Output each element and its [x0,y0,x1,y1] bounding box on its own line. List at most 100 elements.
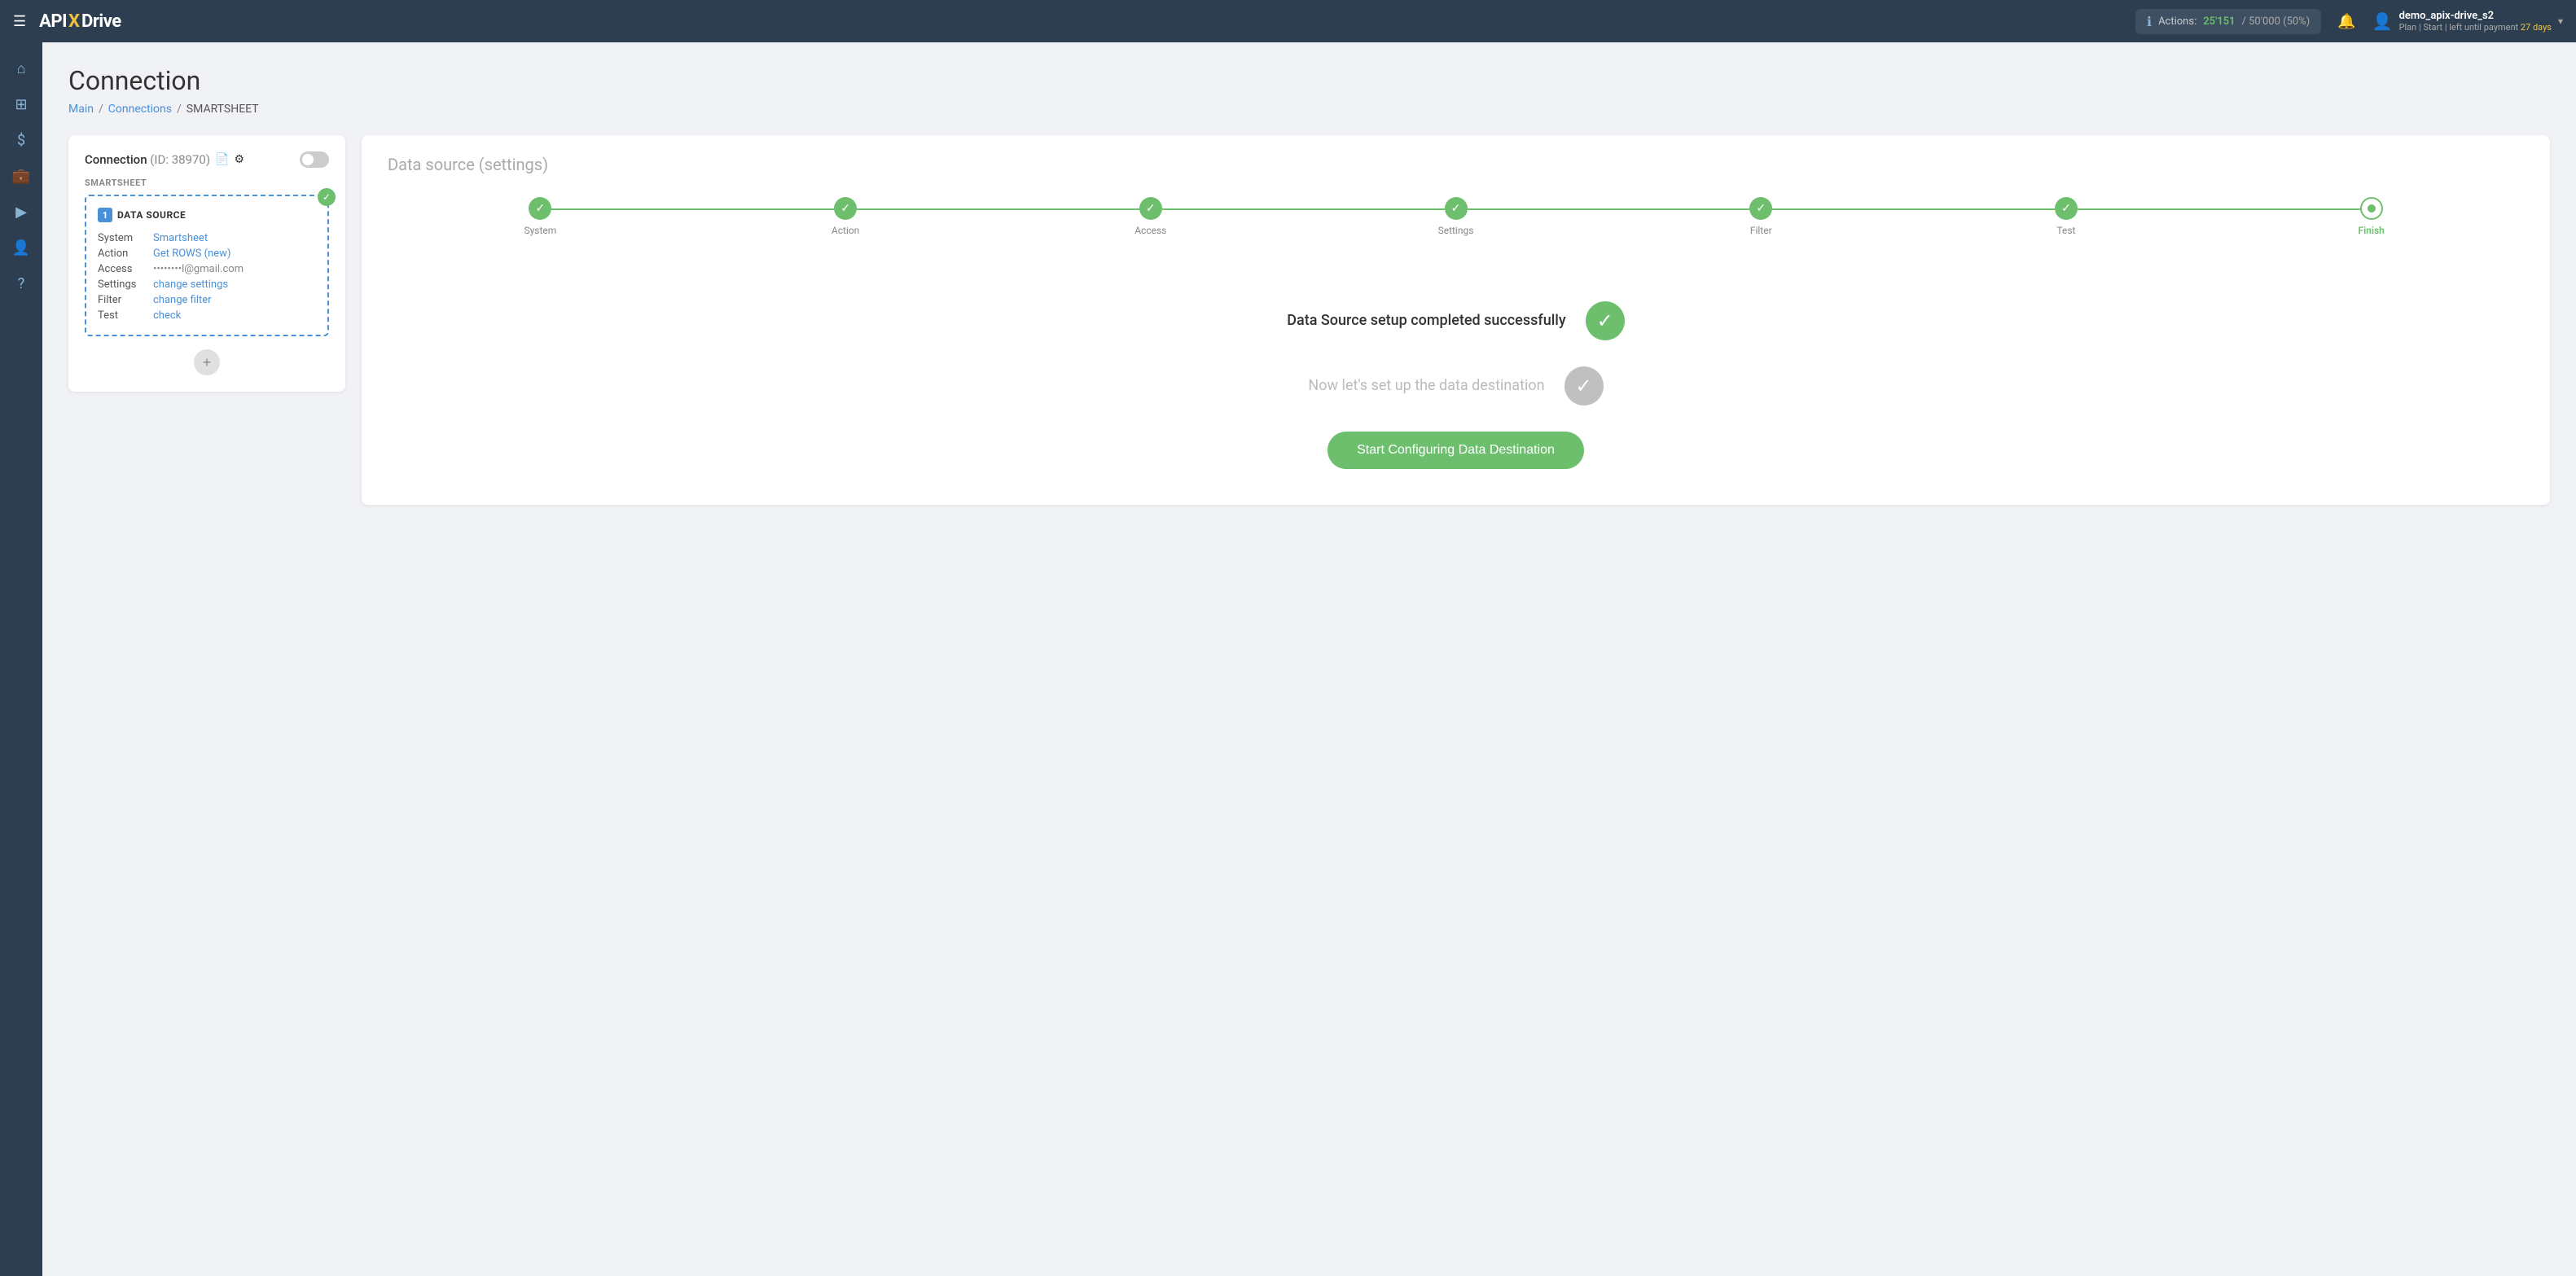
sidebar-item-run[interactable]: ▶ [5,195,37,228]
next-check-icon: ✓ [1564,366,1604,406]
step-action: ✓ Action [693,197,998,236]
actions-counter[interactable]: ℹ Actions: 25'151 / 50'000 (50%) [2135,9,2321,34]
ds-label-test: Test [98,308,153,323]
cards-row: Connection (ID: 38970) 📄 ⚙ SMARTSHEET ✓ … [68,135,2550,505]
sidebar-item-billing[interactable]: $ [5,124,37,156]
page-title: Connection [68,65,2550,96]
breadcrumb-main[interactable]: Main [68,103,94,116]
connection-title: Connection (ID: 38970) 📄 ⚙ [85,152,244,167]
user-menu[interactable]: 👤 demo_apix-drive_s2 Plan | Start | left… [2372,10,2563,33]
step-circle-filter: ✓ [1749,197,1772,220]
data-source-header-label: DATA SOURCE [117,209,186,221]
actions-used: 25'151 [2203,15,2235,28]
bell-icon[interactable]: 🔔 [2337,13,2355,30]
user-days: 27 days [2521,22,2552,33]
info-icon: ℹ [2147,14,2152,29]
step-label-settings: Settings [1438,225,1474,236]
user-plan: Plan | Start | left until payment 27 day… [2399,22,2552,33]
step-filter: ✓ Filter [1608,197,1914,236]
ds-label-filter: Filter [98,292,153,308]
ds-row-settings: Settings change settings [98,277,316,292]
success-row-1: Data Source setup completed successfully… [1287,301,1624,340]
success-row-2: Now let's set up the data destination ✓ [1308,366,1603,406]
chevron-down-icon: ▾ [2558,15,2563,27]
sidebar-item-account[interactable]: 👤 [5,231,37,264]
doc-icon[interactable]: 📄 [215,153,229,166]
step-circle-settings: ✓ [1445,197,1468,220]
step-label-test: Test [2056,225,2075,236]
sidebar-item-dashboard[interactable]: ⊞ [5,88,37,121]
success-area: Data Source setup completed successfully… [388,285,2524,485]
actions-total: / 50'000 (50%) [2242,15,2311,28]
data-source-table: System Smartsheet Action Get ROWS (new) … [98,230,316,323]
logo: APIXDrive [39,11,121,32]
sidebar: ⌂ ⊞ $ 💼 ▶ 👤 ? [0,42,42,1276]
step-label-access: Access [1134,225,1166,236]
ds-label-action: Action [98,246,153,261]
sidebar-item-help[interactable]: ? [5,267,37,300]
step-label-filter: Filter [1750,225,1772,236]
success-check-icon: ✓ [1586,301,1625,340]
right-card: Data source (settings) ✓ System ✓ Action… [362,135,2550,505]
logo-text-drive: Drive [81,11,121,32]
ds-value-system[interactable]: Smartsheet [153,230,316,246]
step-access: ✓ Access [998,197,1303,236]
step-circle-finish [2360,197,2383,220]
step-circle-test: ✓ [2055,197,2078,220]
data-source-num: 1 [98,208,112,222]
sidebar-item-integrations[interactable]: 💼 [5,160,37,192]
menu-icon[interactable]: ☰ [13,13,26,30]
steps-bar: ✓ System ✓ Action ✓ Access ✓ Settings [388,197,2524,236]
ds-value-access[interactable]: ••••••••l@gmail.com [153,261,316,277]
ds-row-action: Action Get ROWS (new) [98,246,316,261]
breadcrumb-connections[interactable]: Connections [108,103,172,116]
smartsheet-label: SMARTSHEET [85,178,329,188]
breadcrumb-sep-2: / [177,103,182,116]
add-block-button[interactable]: + [194,349,220,375]
next-title: Now let's set up the data destination [1308,375,1544,396]
data-source-block: ✓ 1 DATA SOURCE System Smartsheet Action… [85,195,329,336]
ds-value-action[interactable]: Get ROWS (new) [153,246,316,261]
right-card-title: Data source (settings) [388,155,2524,174]
step-label-finish: Finish [2358,225,2384,236]
step-test: ✓ Test [1914,197,2219,236]
logo-text-api: API [39,11,67,32]
left-card-header: Connection (ID: 38970) 📄 ⚙ [85,151,329,168]
breadcrumb-sep-1: / [99,103,103,116]
step-circle-system: ✓ [529,197,551,220]
ds-value-filter[interactable]: change filter [153,292,316,308]
connection-title-text: Connection (ID: 38970) [85,152,210,167]
main-layout: ⌂ ⊞ $ 💼 ▶ 👤 ? Connection Main / Connecti… [0,42,2576,1276]
right-card-title-main: Data source [388,155,475,174]
step-system: ✓ System [388,197,693,236]
step-circle-access: ✓ [1139,197,1162,220]
ds-label-settings: Settings [98,277,153,292]
user-avatar-icon: 👤 [2372,11,2393,31]
sidebar-item-home[interactable]: ⌂ [5,52,37,85]
content: Connection Main / Connections / SMARTSHE… [42,42,2576,1276]
step-circle-action: ✓ [834,197,857,220]
data-source-header: 1 DATA SOURCE [98,208,316,222]
actions-label: Actions: [2158,15,2196,28]
step-label-action: Action [832,225,859,236]
logo-x: X [68,11,80,32]
user-name: demo_apix-drive_s2 [2399,10,2552,22]
ds-value-test[interactable]: check [153,308,316,323]
step-label-system: System [524,225,556,236]
user-info: demo_apix-drive_s2 Plan | Start | left u… [2399,10,2552,33]
breadcrumb: Main / Connections / SMARTSHEET [68,103,2550,116]
right-card-title-sub: (settings) [479,155,548,174]
ds-row-test: Test check [98,308,316,323]
start-configuring-button[interactable]: Start Configuring Data Destination [1327,432,1584,469]
ds-label-system: System [98,230,153,246]
ds-label-access: Access [98,261,153,277]
ds-value-settings[interactable]: change settings [153,277,316,292]
left-card: Connection (ID: 38970) 📄 ⚙ SMARTSHEET ✓ … [68,135,345,392]
breadcrumb-current: SMARTSHEET [187,103,259,116]
step-settings: ✓ Settings [1303,197,1608,236]
connection-toggle[interactable] [300,151,329,168]
ds-row-filter: Filter change filter [98,292,316,308]
ds-row-system: System Smartsheet [98,230,316,246]
gear-icon[interactable]: ⚙ [235,153,245,166]
topbar: ☰ APIXDrive ℹ Actions: 25'151 / 50'000 (… [0,0,2576,42]
